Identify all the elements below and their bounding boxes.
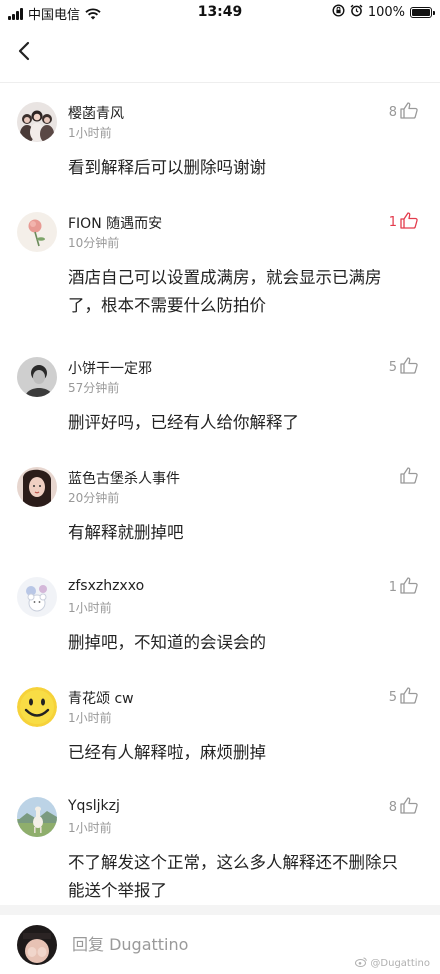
comment-item: 樱菡青风 1小时前 看到解释后可以删除吗谢谢 8 xyxy=(0,92,440,202)
thumbs-up-icon xyxy=(400,357,418,378)
like-button[interactable]: 8 xyxy=(389,797,418,818)
comment-time: 1小时前 xyxy=(68,821,112,835)
chevron-left-icon[interactable] xyxy=(12,36,40,66)
comment-text: 已经有人解释啦，麻烦删掉 xyxy=(68,743,266,762)
comment-time: 1小时前 xyxy=(68,711,112,725)
thumbs-up-icon xyxy=(400,577,418,598)
comment-time: 10分钟前 xyxy=(68,236,120,250)
like-count: 8 xyxy=(388,800,397,815)
like-button[interactable]: 5 xyxy=(389,687,418,708)
like-button[interactable]: 1 xyxy=(389,212,418,233)
watermark-text: @Dugattino xyxy=(370,958,430,969)
watermark: @Dugattino xyxy=(355,957,430,970)
nav-bar xyxy=(0,26,440,76)
like-count: 5 xyxy=(388,690,397,705)
avatar[interactable] xyxy=(17,212,57,252)
status-bar: 中国电信 13:49 100% xyxy=(0,0,440,26)
battery-icon xyxy=(410,7,435,18)
reply-input[interactable]: 回复 Dugattino xyxy=(72,931,188,955)
comment-text: 有解释就删掉吧 xyxy=(68,523,184,542)
comment-text: 删评好吗，已经有人给你解释了 xyxy=(68,413,299,432)
avatar[interactable] xyxy=(17,357,57,397)
avatar[interactable] xyxy=(17,102,57,142)
comment-item: FION 随遇而安 10分钟前 酒店自己可以设置成满房，就会显示已满房了，根本不… xyxy=(0,202,440,347)
thumbs-up-icon xyxy=(400,467,418,488)
section-divider xyxy=(0,905,440,915)
avatar[interactable] xyxy=(17,925,57,965)
battery-percent: 100% xyxy=(367,5,405,20)
divider xyxy=(0,82,440,83)
comment-text: 不了解发这个正常，这么多人解释还不删除只能送个举报了 xyxy=(68,853,398,900)
username[interactable]: 樱菡青风 xyxy=(68,103,124,123)
comment-item: Yqsljkzj 1小时前 不了解发这个正常，这么多人解释还不删除只能送个举报了… xyxy=(0,787,440,907)
comment-time: 1小时前 xyxy=(68,601,112,615)
comment-item: zfsxzhzxxo 1小时前 删掉吧，不知道的会误会的 1 xyxy=(0,567,440,677)
username[interactable]: 蓝色古堡杀人事件 xyxy=(68,468,180,488)
like-button[interactable]: 8 xyxy=(389,102,418,123)
reply-bar: 回复 Dugattino @Dugattino xyxy=(0,915,440,974)
like-button[interactable]: 5 xyxy=(389,357,418,378)
thumbs-up-icon xyxy=(400,212,418,233)
like-count: 1 xyxy=(388,580,397,595)
thumbs-up-icon xyxy=(400,102,418,123)
status-right: 100% xyxy=(332,4,435,21)
thumbs-up-icon xyxy=(400,797,418,818)
like-button[interactable]: 1 xyxy=(389,577,418,598)
comment-list: 樱菡青风 1小时前 看到解释后可以删除吗谢谢 8 FION 随遇而安 10分钟前… xyxy=(0,92,440,907)
comment-item: 蓝色古堡杀人事件 20分钟前 有解释就删掉吧 xyxy=(0,457,440,567)
comment-time: 20分钟前 xyxy=(68,491,120,505)
like-count: 8 xyxy=(388,105,397,120)
avatar[interactable] xyxy=(17,467,57,507)
alarm-icon xyxy=(350,4,363,21)
username[interactable]: Yqsljkzj xyxy=(68,798,120,814)
thumbs-up-icon xyxy=(400,687,418,708)
avatar[interactable] xyxy=(17,577,57,617)
comment-time: 57分钟前 xyxy=(68,381,120,395)
comment-item: 青花颂 cw 1小时前 已经有人解释啦，麻烦删掉 5 xyxy=(0,677,440,787)
like-count: 1 xyxy=(388,215,397,230)
avatar[interactable] xyxy=(17,797,57,837)
like-button[interactable] xyxy=(397,467,418,488)
comment-item: 小饼干一定邪 57分钟前 删评好吗，已经有人给你解释了 5 xyxy=(0,347,440,457)
comment-text: 酒店自己可以设置成满房，就会显示已满房了，根本不需要什么防拍价 xyxy=(68,268,382,315)
comment-time: 1小时前 xyxy=(68,126,112,140)
username[interactable]: FION 随遇而安 xyxy=(68,213,162,233)
comment-text: 看到解释后可以删除吗谢谢 xyxy=(68,158,266,177)
username[interactable]: 青花颂 cw xyxy=(68,688,134,708)
avatar[interactable] xyxy=(17,687,57,727)
comment-text: 删掉吧，不知道的会误会的 xyxy=(68,633,266,652)
username[interactable]: 小饼干一定邪 xyxy=(68,358,152,378)
like-count: 5 xyxy=(388,360,397,375)
username[interactable]: zfsxzhzxxo xyxy=(68,578,144,594)
weibo-icon xyxy=(355,957,368,970)
orientation-lock-icon xyxy=(332,4,345,21)
